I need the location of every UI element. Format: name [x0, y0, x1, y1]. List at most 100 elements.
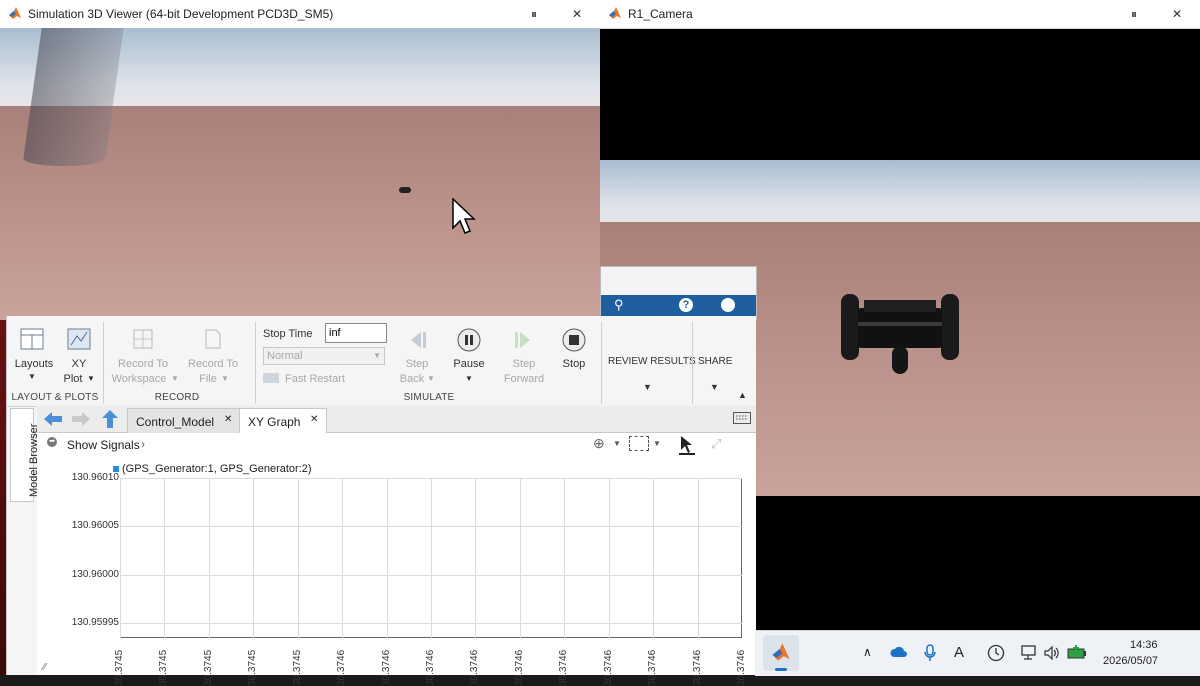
- chevron-right-icon[interactable]: ›: [141, 437, 145, 451]
- close-button[interactable]: ✕: [565, 4, 589, 24]
- chevron-down-icon[interactable]: ▼: [171, 374, 179, 383]
- tab-control-model[interactable]: Control_Model ✕: [127, 408, 241, 433]
- minimize-button[interactable]: ⏸: [1122, 4, 1146, 24]
- chevron-down-icon[interactable]: ▼: [28, 372, 36, 381]
- chevron-down-icon[interactable]: ▼: [613, 439, 621, 448]
- ime-indicator[interactable]: A: [954, 644, 964, 661]
- step-forward-button[interactable]: Step: [506, 358, 542, 370]
- chevron-down-icon[interactable]: ▼: [653, 439, 661, 448]
- battery-icon[interactable]: [1067, 645, 1087, 659]
- expand-icon[interactable]: ⤢: [711, 436, 721, 452]
- microphone-icon[interactable]: [924, 644, 936, 662]
- stop-time-label: Stop Time: [263, 328, 313, 340]
- onedrive-cloud-icon[interactable]: [890, 646, 908, 658]
- zoom-icon[interactable]: ⊕: [593, 435, 605, 452]
- x-tick-label: 30.3746: [558, 649, 570, 686]
- chevron-down-icon[interactable]: ▼: [643, 382, 652, 392]
- up-arrow-icon[interactable]: [101, 409, 119, 429]
- divider: [103, 322, 104, 404]
- y-tick-label: 130.96000: [71, 568, 119, 580]
- mouse-cursor-icon: [452, 198, 476, 234]
- desktop-wallpaper-edge: [0, 320, 6, 675]
- y-tick-label: 130.95995: [71, 617, 119, 629]
- fast-restart-button[interactable]: Fast Restart: [285, 373, 345, 385]
- nav-row: Control_Model ✕ XY Graph ✕: [37, 406, 756, 434]
- layouts-button[interactable]: Layouts: [9, 358, 59, 370]
- collapse-toolstrip-icon[interactable]: ▲: [738, 390, 747, 400]
- simulation-mode-select[interactable]: Normal ▼: [263, 347, 385, 365]
- viewer3d-titlebar[interactable]: Simulation 3D Viewer (64-bit Development…: [0, 0, 600, 29]
- background-window: ⚲ ?: [600, 266, 757, 320]
- model-browser-tab[interactable]: Model Browser: [10, 408, 40, 502]
- viewer3d-rover: [399, 187, 411, 193]
- record-workspace-icon: [133, 329, 153, 349]
- layouts-icon: [20, 328, 44, 350]
- keyboard-icon[interactable]: [733, 412, 751, 424]
- section-record: RECORD: [154, 392, 200, 403]
- focus-assist-icon[interactable]: [987, 644, 1005, 662]
- help-icon[interactable]: ?: [679, 298, 693, 312]
- close-icon[interactable]: ✕: [224, 414, 232, 425]
- stop-time-input[interactable]: [325, 323, 387, 343]
- x-tick-label: 30.3745: [202, 649, 214, 686]
- step-back-button-line2[interactable]: Back: [395, 373, 429, 385]
- chevron-down-icon: ▼: [373, 351, 381, 360]
- clock-date[interactable]: 2026/05/07: [1103, 655, 1158, 667]
- chevron-down-icon[interactable]: ▼: [710, 382, 719, 392]
- step-back-icon: [411, 332, 426, 348]
- tab-label: Control_Model: [136, 415, 215, 429]
- divider: [601, 322, 602, 404]
- taskbar-matlab-app[interactable]: [763, 635, 799, 671]
- stop-button[interactable]: Stop: [556, 358, 592, 370]
- close-icon[interactable]: ✕: [310, 414, 318, 425]
- collapse-toolstrip-icon[interactable]: [721, 298, 735, 312]
- show-hidden-icons-chevron-icon[interactable]: ∧: [863, 645, 872, 659]
- pause-button[interactable]: Pause: [447, 358, 491, 370]
- step-back-button[interactable]: Step: [399, 358, 435, 370]
- section-layout-plots: LAYOUT & PLOTS: [11, 392, 99, 403]
- network-icon[interactable]: [1021, 645, 1039, 661]
- camera-titlebar[interactable]: R1_Camera ⏸ ✕: [600, 0, 1200, 29]
- chevron-down-icon[interactable]: ▼: [465, 374, 473, 383]
- review-results-button[interactable]: REVIEW RESULTS: [608, 356, 696, 367]
- fit-to-view-icon[interactable]: [629, 436, 649, 451]
- x-tick-labels: 30.3745 30.3745 30.3745 30.3745 30.3745 30.37…: [114, 638, 750, 686]
- share-button[interactable]: SHARE: [698, 356, 732, 367]
- x-tick-label: 30.3746: [602, 649, 614, 686]
- stop-icon: [562, 328, 586, 352]
- legend-label: (GPS_Generator:1, GPS_Generator:2): [122, 463, 312, 475]
- xy-plot-button[interactable]: XY: [59, 358, 99, 370]
- speaker-icon[interactable]: [1044, 646, 1060, 660]
- x-tick-label: 30.3746: [380, 649, 392, 686]
- chevron-down-icon[interactable]: ▼: [221, 374, 229, 383]
- y-tick-label: 130.96005: [71, 520, 119, 532]
- tab-xy-graph[interactable]: XY Graph ✕: [239, 408, 327, 434]
- cursor-select-icon[interactable]: [679, 435, 695, 455]
- minimize-button[interactable]: ⏸: [522, 4, 546, 24]
- simulation-mode-value: Normal: [267, 350, 303, 362]
- record-to-workspace-button-line2[interactable]: Workspace: [107, 373, 171, 385]
- xy-plot-button-line2[interactable]: Plot: [55, 373, 91, 385]
- chevron-down-icon[interactable]: ▼: [427, 374, 435, 383]
- camera-title: R1_Camera: [628, 7, 693, 21]
- search-icon[interactable]: ⚲: [614, 297, 624, 313]
- xy-plot-icon: [67, 328, 91, 350]
- close-button[interactable]: ✕: [1165, 4, 1189, 24]
- divider: [255, 322, 256, 404]
- chevron-down-icon[interactable]: ▼: [87, 374, 95, 383]
- resize-grip-icon[interactable]: ⁄⁄: [43, 662, 46, 673]
- x-tick-label: 30.3745: [291, 649, 303, 686]
- record-to-workspace-button[interactable]: Record To: [113, 358, 173, 370]
- record-to-file-button[interactable]: Record To: [183, 358, 243, 370]
- xy-graph-chart[interactable]: [120, 478, 742, 638]
- back-arrow-icon[interactable]: [43, 410, 63, 428]
- matlab-logo-icon: [772, 643, 790, 661]
- step-forward-icon: [515, 332, 530, 348]
- clock-time[interactable]: 14:36: [1130, 639, 1158, 651]
- divider: [692, 322, 693, 404]
- step-forward-button-line2[interactable]: Forward: [502, 373, 546, 385]
- x-tick-label: 30.3746: [736, 649, 747, 686]
- forward-arrow-icon[interactable]: [71, 410, 91, 428]
- x-tick-label: 30.3746: [513, 649, 525, 686]
- record-to-file-button-line2[interactable]: File: [193, 373, 223, 385]
